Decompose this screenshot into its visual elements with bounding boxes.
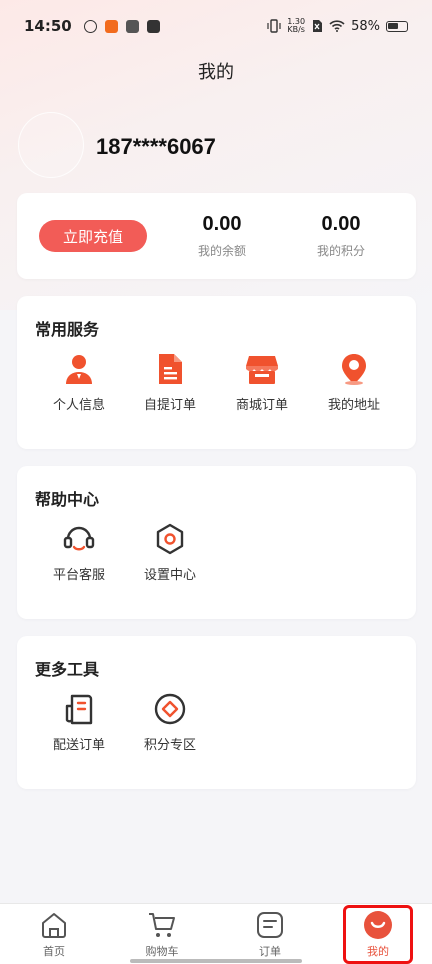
person-icon	[66, 355, 92, 384]
no-sim-icon	[313, 20, 323, 32]
tools-title: 更多工具	[35, 660, 100, 679]
cart-icon	[149, 913, 175, 937]
battery-percent: 58%	[351, 18, 380, 34]
service-item-mall-orders[interactable]: 商城订单	[217, 352, 307, 413]
help-item-settings[interactable]: 设置中心	[125, 522, 215, 583]
battery-icon	[386, 20, 408, 32]
avatar[interactable]	[18, 112, 84, 178]
home-indicator	[130, 959, 302, 963]
nav-label: 订单	[259, 945, 281, 958]
balance-card: 立即充值 0.00 我的余额 0.00 我的积分	[17, 193, 416, 279]
service-label: 个人信息	[52, 398, 105, 413]
store-icon	[246, 356, 278, 384]
wifi-icon	[329, 20, 345, 32]
nav-label: 首页	[43, 945, 65, 958]
network-speed-unit: KB/s	[287, 25, 305, 34]
mail-notification-icon	[146, 19, 160, 33]
balance-stat[interactable]: 0.00 我的余额	[177, 213, 267, 259]
points-stat[interactable]: 0.00 我的积分	[296, 213, 386, 259]
delivery-document-icon	[65, 694, 93, 725]
service-item-profile[interactable]: 个人信息	[34, 352, 124, 413]
help-label: 设置中心	[143, 568, 196, 583]
help-label: 平台客服	[52, 568, 105, 583]
points-badge-icon	[154, 693, 186, 725]
balance-label: 我的余额	[197, 244, 246, 258]
nav-label: 我的	[367, 945, 389, 958]
location-pin-icon	[342, 354, 366, 385]
recharge-button[interactable]: 立即充值	[39, 220, 147, 252]
services-title: 常用服务	[35, 320, 100, 339]
status-bar: 14:50 1.30 KB/s 58%	[0, 0, 432, 52]
status-time: 14:50	[24, 17, 72, 35]
nav-item-orders[interactable]: 订单	[230, 910, 310, 959]
message-notification-icon	[125, 19, 139, 33]
nav-label: 购物车	[145, 945, 179, 958]
help-item-customer-service[interactable]: 平台客服	[34, 522, 124, 583]
balance-value: 0.00	[202, 213, 242, 235]
tool-label: 配送订单	[52, 738, 105, 753]
tool-item-points-zone[interactable]: 积分专区	[125, 692, 215, 753]
service-label: 自提订单	[143, 398, 196, 413]
taobao-notification-icon	[104, 19, 118, 33]
vibrate-icon	[267, 19, 281, 33]
network-speed: 1.30 KB/s	[287, 18, 305, 34]
document-icon	[159, 354, 182, 384]
page-title: 我的	[198, 62, 234, 83]
services-card: 常用服务 个人信息 自提订单 商城订单 我的地址	[17, 296, 416, 449]
home-icon	[42, 913, 66, 938]
status-right: 1.30 KB/s 58%	[267, 18, 408, 34]
user-phone: 187****6067	[96, 134, 216, 159]
status-left: 14:50	[24, 17, 160, 35]
bottom-nav: 首页 购物车 订单 我的	[0, 903, 432, 964]
help-title: 帮助中心	[35, 490, 100, 509]
points-label: 我的积分	[316, 244, 365, 258]
nav-item-home[interactable]: 首页	[14, 910, 94, 959]
points-value: 0.00	[321, 213, 361, 235]
nav-item-cart[interactable]: 购物车	[122, 910, 202, 959]
tool-item-delivery-orders[interactable]: 配送订单	[34, 692, 124, 753]
smile-profile-icon	[364, 911, 392, 939]
headset-icon	[63, 526, 95, 551]
order-icon	[257, 912, 283, 938]
service-label: 我的地址	[327, 398, 380, 413]
more-tools-card: 更多工具 配送订单 积分专区	[17, 636, 416, 789]
help-center-card: 帮助中心 平台客服 设置中心	[17, 466, 416, 619]
tool-label: 积分专区	[143, 738, 196, 753]
service-label: 商城订单	[235, 398, 288, 413]
service-item-my-address[interactable]: 我的地址	[309, 352, 399, 413]
service-item-pickup-orders[interactable]: 自提订单	[125, 352, 215, 413]
hexagon-settings-icon	[156, 523, 184, 555]
nav-item-mine[interactable]: 我的	[338, 910, 418, 959]
app-notification-icon	[83, 19, 97, 33]
